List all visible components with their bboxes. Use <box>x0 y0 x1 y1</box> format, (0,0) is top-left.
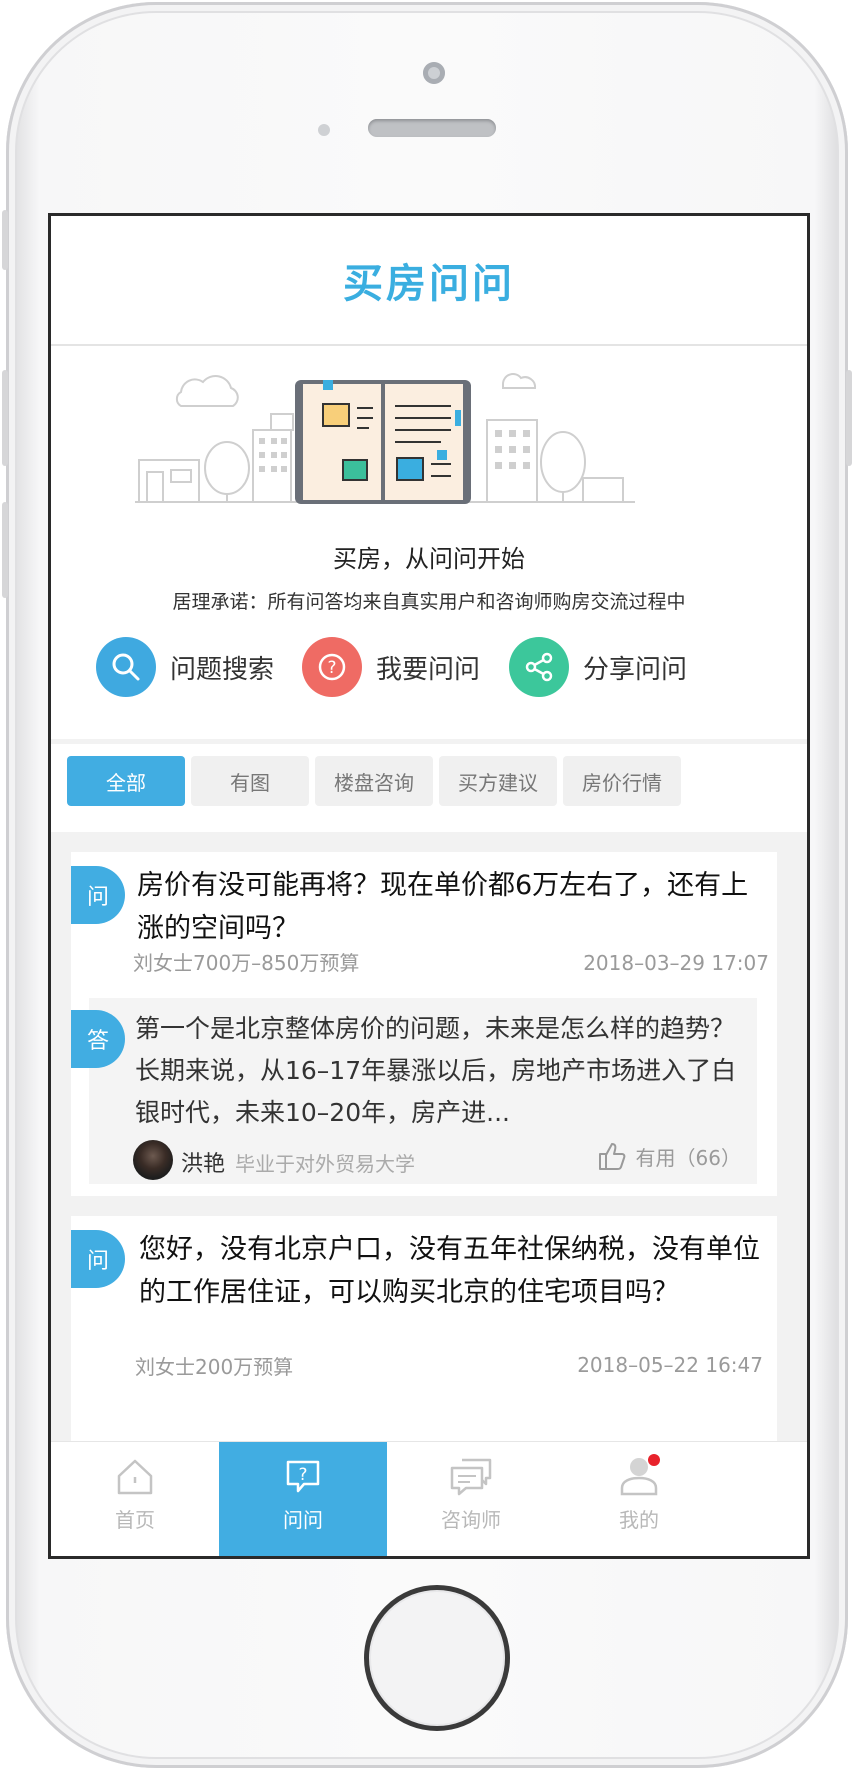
tab-buyer-advice[interactable]: 买方建议 <box>439 756 557 806</box>
chat-icon <box>450 1458 492 1496</box>
question-badge: 问 <box>71 1230 125 1288</box>
mute-switch <box>2 210 8 270</box>
answer-badge: 答 <box>71 1010 125 1068</box>
app-screen: 买房问问 买房，从问问开始 居理承诺：所有问答均来自真实用户和咨询师购房交流过程… <box>48 213 810 1559</box>
notification-dot <box>648 1454 660 1466</box>
asker-budget: 刘女士700万–850万预算 <box>133 951 360 975</box>
app-header: 买房问问 <box>51 216 807 346</box>
nav-ask[interactable]: ? 问问 <box>219 1442 387 1556</box>
avatar[interactable] <box>133 1140 173 1180</box>
question-card[interactable]: 问 房价有没可能再将？现在单价都6万左右了，还有上涨的空间吗？ 刘女士700万–… <box>71 852 777 1196</box>
book-city-illustration <box>135 373 635 504</box>
bottom-nav: 首页 ? 问问 咨询师 我的 <box>51 1441 807 1556</box>
tab-price-trends[interactable]: 房价行情 <box>563 756 681 806</box>
svg-text:?: ? <box>298 1465 307 1485</box>
answer-preview[interactable]: 答 第一个是北京整体房价的问题，未来是怎么样的趋势？长期来说，从16–17年暴涨… <box>71 998 757 1184</box>
question-time: 2018–05–22 16:47 <box>577 1353 763 1377</box>
hero-promise: 居理承诺：所有问答均来自真实用户和咨询师购房交流过程中 <box>172 591 686 613</box>
search-question-button[interactable]: 问题搜索 <box>96 637 274 697</box>
filter-tab-bar: 全部 有图 楼盘咨询 买方建议 房价行情 <box>51 744 807 832</box>
ask-question-button[interactable]: ? 我要问问 <box>302 637 480 697</box>
tab-with-images[interactable]: 有图 <box>191 756 309 806</box>
question-badge: 问 <box>71 866 125 924</box>
volume-down-button <box>2 502 8 598</box>
question-icon: ? <box>302 637 362 697</box>
answerer-name: 洪艳 <box>181 1152 226 1177</box>
question-text: 房价有没可能再将？现在单价都6万左右了，还有上涨的空间吗？ <box>137 870 749 944</box>
power-button <box>846 370 852 466</box>
nav-profile[interactable]: 我的 <box>555 1442 723 1556</box>
question-text: 您好，没有北京户口，没有五年社保纳税，没有单位的工作居住证，可以购买北京的住宅项… <box>139 1234 760 1308</box>
home-button[interactable] <box>364 1585 510 1731</box>
useful-count: 有用（66） <box>635 1145 741 1170</box>
nav-ask-label: 问问 <box>283 1508 323 1532</box>
page-title: 买房问问 <box>343 261 515 307</box>
ask-icon: ? <box>286 1460 320 1493</box>
asker-budget: 刘女士200万预算 <box>135 1355 294 1379</box>
search-icon <box>96 637 156 697</box>
nav-profile-label: 我的 <box>619 1508 659 1532</box>
question-time: 2018–03–29 17:07 <box>583 951 769 975</box>
share-icon <box>509 637 569 697</box>
thumbs-up-icon <box>598 1143 625 1170</box>
share-button[interactable]: 分享问问 <box>509 637 687 697</box>
question-card[interactable]: 问 您好，没有北京户口，没有五年社保纳税，没有单位的工作居住证，可以购买北京的住… <box>71 1216 777 1446</box>
search-question-label: 问题搜索 <box>170 654 275 685</box>
hero-tagline: 买房，从问问开始 <box>333 545 525 573</box>
share-label: 分享问问 <box>583 654 688 685</box>
proximity-sensor <box>318 124 330 136</box>
answerer-school: 毕业于对外贸易大学 <box>235 1152 415 1176</box>
earpiece-speaker <box>368 119 496 137</box>
tab-property-inquiry[interactable]: 楼盘咨询 <box>315 756 433 806</box>
svg-text:?: ? <box>327 658 336 678</box>
nav-home[interactable]: 首页 <box>51 1442 219 1556</box>
nav-consultant[interactable]: 咨询师 <box>387 1442 555 1556</box>
home-icon <box>117 1459 153 1495</box>
volume-up-button <box>2 370 8 466</box>
tab-all[interactable]: 全部 <box>67 756 185 806</box>
useful-button[interactable]: 有用（66） <box>596 1140 741 1172</box>
ask-question-label: 我要问问 <box>376 654 481 685</box>
nav-home-label: 首页 <box>115 1508 155 1532</box>
front-camera <box>423 62 445 84</box>
answer-text: 第一个是北京整体房价的问题，未来是怎么样的趋势？长期来说，从16–17年暴涨以后… <box>135 1014 737 1127</box>
nav-consultant-label: 咨询师 <box>441 1508 501 1532</box>
hero-section: 买房，从问问开始 居理承诺：所有问答均来自真实用户和咨询师购房交流过程中 问题搜… <box>51 346 807 739</box>
